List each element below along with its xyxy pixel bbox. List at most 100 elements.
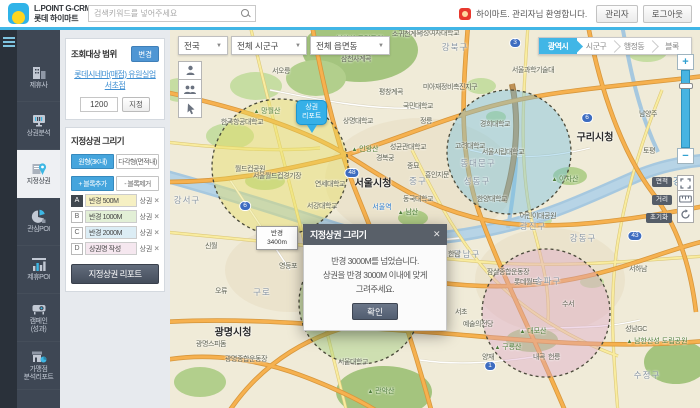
collapse-rail (0, 30, 17, 408)
sidebar-item-label: 지정상권 (26, 178, 51, 185)
dialog-title: 지정상권 그리기 (310, 230, 367, 240)
add-block-button[interactable]: + 블록추가 (71, 176, 114, 191)
zone-suffix: 상권 (139, 245, 153, 253)
change-button[interactable]: 변경 (131, 46, 159, 62)
extent-icon (680, 177, 691, 189)
app-window: L.POINT G-CRM 롯데 하이마트 하이마트. 관리자님 환영합니다. … (0, 0, 700, 408)
pin-label[interactable]: 상권 리포트 (296, 100, 328, 125)
extent-tool-button[interactable] (677, 175, 694, 191)
radius-measure-tooltip: 반경 3400m (256, 226, 298, 250)
zone-delete-icon[interactable]: × (154, 244, 159, 253)
group-tool-button[interactable] (178, 80, 202, 99)
sidebar-item-interest-poi[interactable]: 관심POI (17, 198, 60, 246)
zone-value-input[interactable]: 반경 500M (85, 194, 138, 207)
pointer-icon (187, 103, 194, 114)
zone-value-input[interactable]: 반경 1000M (85, 210, 138, 223)
zone-value-input[interactable]: 상권명 작성 (85, 242, 138, 255)
map-base-art (170, 30, 700, 408)
zone-delete-icon[interactable]: × (154, 212, 159, 221)
chevron-down-icon: ▼ (378, 42, 384, 49)
projector-icon (32, 305, 45, 315)
district-select[interactable]: 전체 시군구 ▼ (231, 36, 307, 55)
sidebar-item-store-report[interactable]: 가맹점 분석리포트 (17, 342, 60, 390)
province-select[interactable]: 전국 ▼ (178, 36, 228, 55)
single-person-tool-button[interactable] (178, 61, 202, 80)
zoom-in-button[interactable]: + (677, 54, 694, 70)
search-icon[interactable] (241, 9, 250, 18)
pin-tail (306, 125, 317, 133)
sidebar-item-trade-area-analysis[interactable]: 상권분석 (17, 102, 60, 150)
hamburger-menu-icon[interactable] (3, 37, 15, 47)
store-report-icon (31, 351, 46, 363)
remove-block-button[interactable]: - 블록제거 (116, 176, 159, 191)
zone-value-input[interactable]: 반경 2000M (85, 226, 138, 239)
distance-tooltip: 거리 (652, 195, 672, 205)
scope-card-title: 조회대상 범위 (71, 49, 117, 59)
zoom-slider-handle[interactable] (679, 83, 693, 89)
distance-tool-button[interactable] (677, 191, 694, 207)
area-tooltip: 면적 (652, 177, 672, 187)
zone-row-b: B 반경 1000M 상권 × (71, 210, 159, 223)
map-pin-icon (32, 163, 46, 175)
zoom-slider-track[interactable] (679, 70, 693, 148)
header-right: 하이마트. 관리자님 환영합니다. 관리자 로그아웃 (459, 0, 692, 27)
zone-suffix: 상권 (139, 213, 153, 221)
sidebar-item-label: 관심POI (27, 226, 50, 233)
zoom-out-button[interactable]: − (677, 148, 694, 164)
reset-tool-button[interactable] (677, 207, 694, 223)
select-tool-button[interactable] (178, 99, 202, 118)
zoom-level-breadcrumb: 광역시 시군구 행정동 블록 (538, 37, 692, 55)
dong-select[interactable]: 전체 읍면동 ▼ (310, 36, 390, 55)
zone-row-a: A 반경 500M 상권 × (71, 194, 159, 207)
zone-key: A (71, 194, 83, 207)
global-search[interactable] (88, 5, 256, 22)
left-panel: 조회대상 범위 변경 롯데시네마(매점) 유원실업 서초점 지정 지정상권 그리… (60, 30, 170, 408)
monitor-icon (32, 115, 45, 127)
map-right-toolbar (677, 175, 694, 223)
region-filters: 전국 ▼ 전체 시군구 ▼ 전체 읍면동 ▼ (178, 36, 390, 55)
map-zoom-control: + − (677, 54, 694, 164)
draw-card-title: 지정상권 그리기 (71, 136, 125, 146)
logo-subtitle: 롯데 하이마트 (34, 13, 79, 23)
zone-key: D (71, 242, 83, 255)
store-link[interactable]: 롯데시네마(매점) 유원실업 서초점 (71, 69, 159, 91)
main-sidebar: 제휴사 상권분석 지정상권 관심POI 제휴POI 캠페인 (성과) 가맹점 분… (17, 30, 60, 408)
sidebar-item-designated-trade-area[interactable]: 지정상권 (17, 150, 60, 198)
top-header: L.POINT G-CRM 롯데 하이마트 하이마트. 관리자님 환영합니다. … (0, 0, 700, 27)
zone-delete-icon[interactable]: × (154, 228, 159, 237)
sidebar-item-partners[interactable]: 제휴사 (17, 54, 60, 102)
lpoint-logo-icon (8, 3, 29, 24)
trade-area-report-button[interactable]: 지정상권 리포트 (71, 264, 159, 284)
reset-tooltip: 초기화 (646, 213, 672, 223)
sidebar-item-label: 캠페인 (성과) (29, 318, 48, 333)
zone-key: B (71, 210, 83, 223)
ruler-icon (679, 194, 692, 203)
trade-area-report-pin[interactable]: 상권 리포트 (296, 100, 328, 133)
sidebar-item-label: 상권분석 (26, 130, 51, 137)
confirm-button[interactable]: 확인 (352, 303, 398, 320)
pie-chart-icon (31, 209, 45, 223)
chevron-down-icon: ▼ (295, 42, 301, 49)
assign-button[interactable]: 지정 (122, 97, 150, 112)
polygon-mode-button[interactable]: 다각형(면적내) (116, 154, 159, 169)
zone-delete-icon[interactable]: × (154, 196, 159, 205)
header-accent-strip (0, 27, 700, 30)
logout-button[interactable]: 로그아웃 (642, 4, 692, 23)
close-icon[interactable]: ✕ (433, 229, 441, 240)
zone-row-d: D 상권명 작성 상권 × (71, 242, 159, 255)
circle-mode-button[interactable]: 원형(3K내) (71, 154, 114, 169)
warning-dialog: 지정상권 그리기 ✕ 반경 3000M를 넘었습니다. 상권을 반경 3000M… (303, 224, 447, 331)
logo-title: L.POINT G-CRM (34, 4, 91, 13)
reset-icon (681, 209, 690, 219)
zone-key: C (71, 226, 83, 239)
person-icon (186, 65, 194, 75)
sidebar-item-partner-poi[interactable]: 제휴POI (17, 246, 60, 294)
map-canvas[interactable]: 서울시청 구리시청 광명시청 강북구 동대문구 성동구 중구 강남구 송파구 광진구 강동구 수정구 강… (170, 30, 700, 408)
app-logo: L.POINT G-CRM 롯데 하이마트 (8, 3, 91, 24)
admin-button[interactable]: 관리자 (596, 4, 638, 23)
radius-input[interactable] (80, 97, 118, 112)
welcome-text: 하이마트. 관리자님 환영합니다. (476, 8, 588, 19)
search-input[interactable] (94, 9, 241, 18)
sidebar-item-campaign[interactable]: 캠페인 (성과) (17, 294, 60, 342)
crumb-metro[interactable]: 광역시 (539, 38, 577, 54)
